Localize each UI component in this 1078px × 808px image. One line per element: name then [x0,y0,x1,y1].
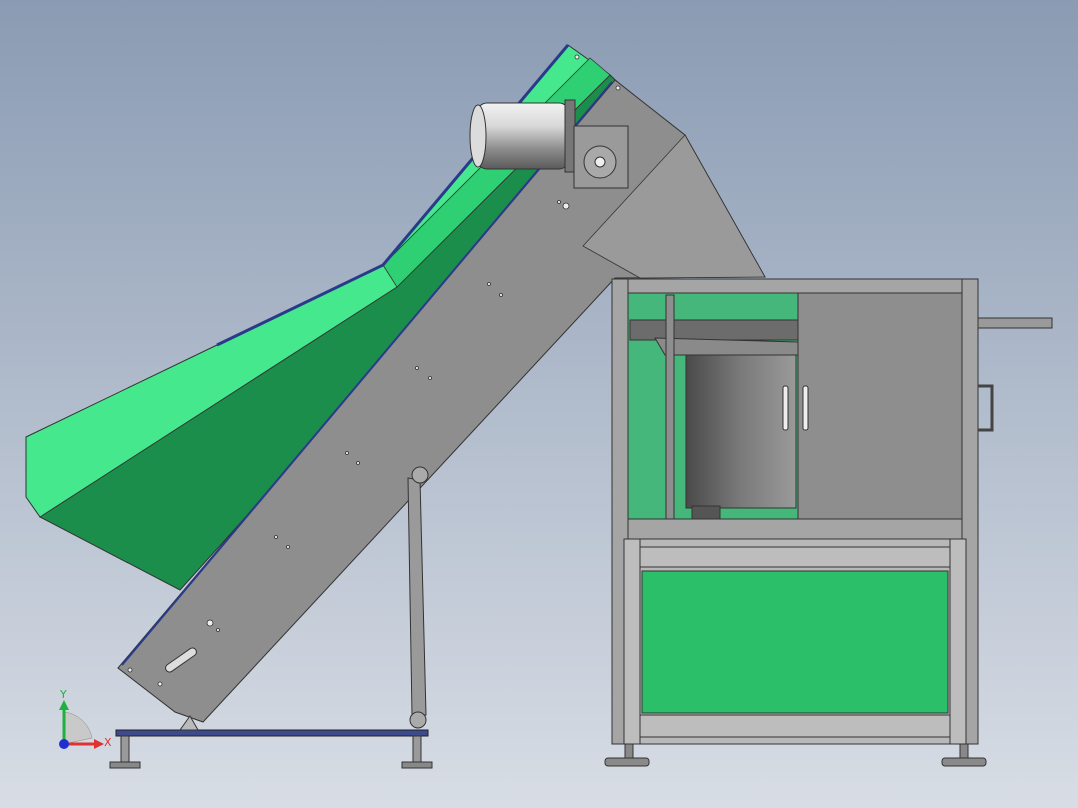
internal-column [665,294,675,520]
internal-shelf [629,319,799,341]
motor-end-cap [469,104,487,168]
door-handle-right[interactable] [802,385,809,431]
triad-y-label: Y [59,688,67,701]
cad-viewport[interactable]: Y X [0,0,1078,808]
middle-beam [611,518,979,540]
lower-rail-top [639,546,951,568]
triad-origin [59,739,69,749]
lower-rail-bottom [639,714,951,738]
cabinet-door[interactable] [797,292,965,520]
tank-base [691,505,721,520]
top-beam [611,278,979,294]
internal-tank [685,354,797,509]
door-handle-left[interactable] [782,385,789,431]
lower-panel [641,570,949,714]
triad-x-label: X [104,736,112,749]
motor-body [476,102,570,170]
outlet-arm [977,317,1053,329]
gearbox-shaft [594,156,606,168]
base-rail [115,729,429,737]
